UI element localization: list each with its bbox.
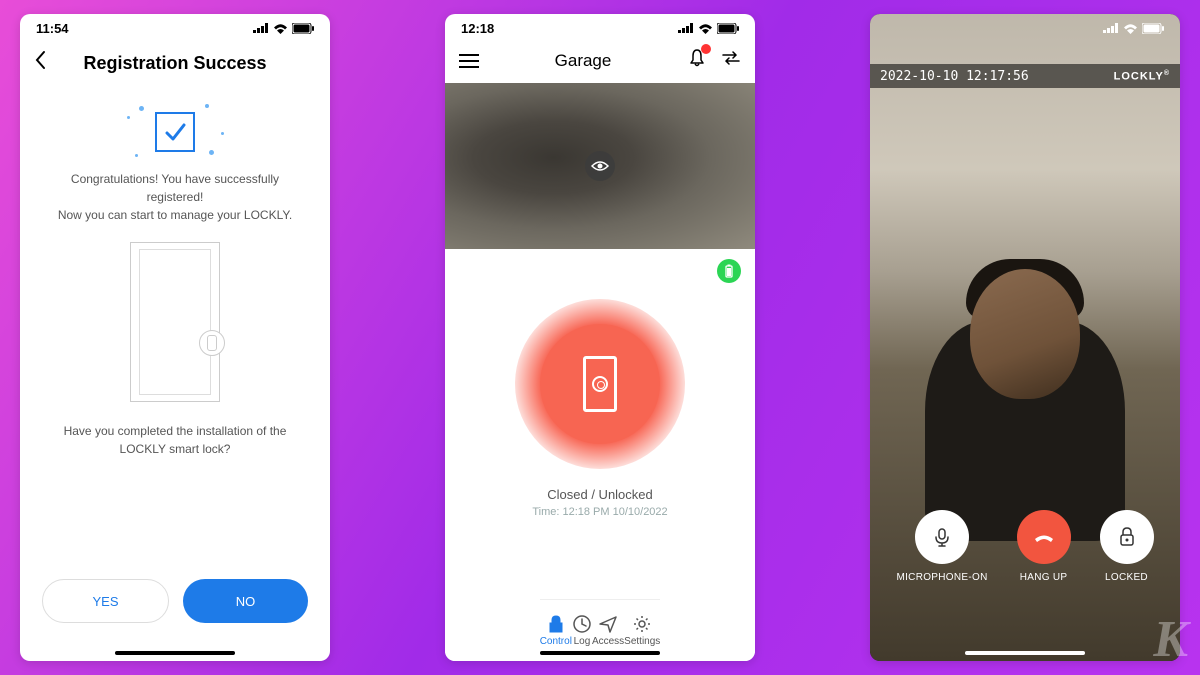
cellular-icon xyxy=(1103,23,1119,33)
microphone-button[interactable]: MICROPHONE-ON xyxy=(896,510,987,583)
registration-success-screen: 11:54 Registration Success Congratulatio… xyxy=(20,14,330,661)
door-unlocked-icon xyxy=(583,356,617,412)
page-title: Registration Success xyxy=(34,53,316,74)
battery-status-badge[interactable] xyxy=(717,259,741,283)
door-illustration xyxy=(20,242,330,402)
app-header: Garage xyxy=(445,42,755,83)
status-time-text: Time: 12:18 PM 10/10/2022 xyxy=(532,506,667,518)
notification-badge xyxy=(701,44,711,54)
hangup-button[interactable]: HANG UP xyxy=(1017,510,1071,583)
nav-bar: Registration Success xyxy=(20,42,330,84)
notifications-button[interactable] xyxy=(687,48,707,73)
gear-icon xyxy=(632,614,652,634)
camera-overlay-bar: 2022-10-10 12:17:56 LOCKLY® xyxy=(870,64,1180,88)
header-title: Garage xyxy=(555,51,612,71)
person-in-frame xyxy=(925,241,1125,541)
congrats-line-1: Congratulations! You have successfully r… xyxy=(44,170,306,206)
home-indicator[interactable] xyxy=(540,651,660,655)
garage-control-screen: 12:18 Garage xyxy=(445,14,755,661)
status-icons xyxy=(678,23,739,34)
battery-icon xyxy=(1142,23,1164,34)
doorbell-camera-screen: 2022-10-10 12:17:56 LOCKLY® MICROPHONE-O… xyxy=(870,14,1180,661)
battery-full-icon xyxy=(724,264,734,278)
menu-button[interactable] xyxy=(459,54,479,68)
microphone-icon xyxy=(931,526,953,548)
eye-icon xyxy=(591,160,609,172)
home-indicator[interactable] xyxy=(115,651,235,655)
status-time: 12:18 xyxy=(461,21,494,36)
congrats-text: Congratulations! You have successfully r… xyxy=(20,170,330,224)
camera-timestamp: 2022-10-10 12:17:56 xyxy=(880,69,1029,84)
brand-watermark: LOCKLY® xyxy=(1114,70,1170,83)
wifi-icon xyxy=(698,23,713,34)
battery-icon xyxy=(717,23,739,34)
yes-button[interactable]: YES xyxy=(42,579,169,623)
lock-toggle-button[interactable] xyxy=(515,299,685,469)
wifi-icon xyxy=(1123,23,1138,34)
camera-preview[interactable] xyxy=(445,83,755,249)
lock-button[interactable]: LOCKED xyxy=(1100,510,1154,583)
status-icons xyxy=(253,23,314,34)
congrats-line-2: Now you can start to manage your LOCKLY. xyxy=(44,206,306,224)
prompt-line-1: Have you completed the installation of t… xyxy=(50,422,300,440)
door-lock-icon xyxy=(199,330,225,356)
lock-status-text: Closed / Unlocked xyxy=(547,487,653,502)
home-indicator[interactable] xyxy=(965,651,1085,655)
lock-icon xyxy=(546,614,566,634)
wifi-icon xyxy=(273,23,288,34)
send-icon xyxy=(598,614,618,634)
status-bar: 11:54 xyxy=(20,14,330,42)
no-button[interactable]: NO xyxy=(183,579,308,623)
status-bar xyxy=(870,14,1180,42)
battery-icon xyxy=(292,23,314,34)
status-time: 11:54 xyxy=(36,21,69,36)
prompt-line-2: LOCKLY smart lock? xyxy=(50,440,300,458)
checkmark-icon xyxy=(155,112,195,152)
clock-icon xyxy=(572,614,592,634)
cellular-icon xyxy=(678,23,694,33)
control-area: Closed / Unlocked Time: 12:18 PM 10/10/2… xyxy=(445,249,755,661)
swap-icon xyxy=(721,51,741,65)
padlock-icon xyxy=(1117,526,1137,548)
hangup-icon xyxy=(1031,524,1057,550)
cellular-icon xyxy=(253,23,269,33)
view-camera-button[interactable] xyxy=(585,151,615,181)
success-checkmark xyxy=(20,112,330,152)
sync-button[interactable] xyxy=(721,51,741,70)
install-prompt: Have you completed the installation of t… xyxy=(20,416,330,464)
button-row: YES NO xyxy=(20,579,330,623)
status-bar: 12:18 xyxy=(445,14,755,42)
call-controls: MICROPHONE-ON HANG UP LOCKED xyxy=(870,510,1180,583)
